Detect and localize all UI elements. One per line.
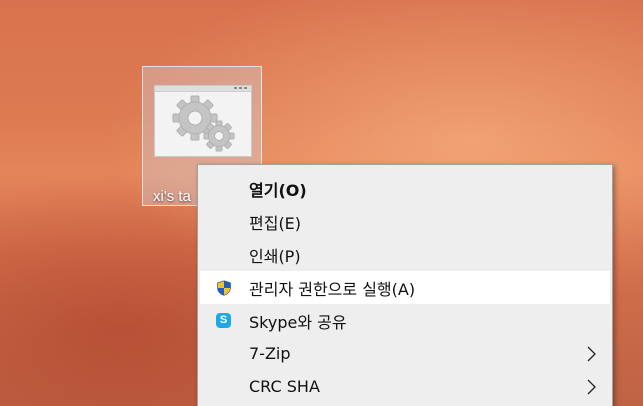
desktop[interactable]: xi's ta 열기(O) 편집(E) 인쇄(P) 관리자 권한으로 실행(A) <box>0 0 643 406</box>
menu-item-print[interactable]: 인쇄(P) <box>200 238 610 271</box>
skype-icon-letter: S <box>216 313 231 328</box>
menu-item-label: Skype와 공유 <box>249 312 347 332</box>
desktop-icon-label: xi's ta <box>153 188 191 205</box>
chevron-right-icon <box>584 379 598 395</box>
menu-item-label: 7-Zip <box>249 344 291 363</box>
menu-item-share-skype[interactable]: S Skype와 공유 <box>200 304 610 337</box>
skype-icon: S <box>216 313 232 329</box>
menu-item-label: 인쇄(P) <box>249 246 301 266</box>
context-menu: 열기(O) 편집(E) 인쇄(P) 관리자 권한으로 실행(A) S Skype… <box>197 164 613 406</box>
chevron-right-icon <box>584 346 598 362</box>
menu-item-7zip[interactable]: 7-Zip <box>200 337 610 370</box>
menu-item-label: 편집(E) <box>249 213 302 233</box>
gears-icon <box>172 95 235 152</box>
menu-item-crc-sha[interactable]: CRC SHA <box>200 370 610 403</box>
menu-item-open[interactable]: 열기(O) <box>200 172 610 205</box>
uac-shield-icon <box>216 280 232 296</box>
menu-item-label: 열기(O) <box>249 180 307 200</box>
icon-window-controls <box>234 87 248 89</box>
menu-item-edit[interactable]: 편집(E) <box>200 205 610 238</box>
gear-window-icon <box>154 85 252 157</box>
menu-item-label: CRC SHA <box>249 377 320 396</box>
menu-item-run-as-admin[interactable]: 관리자 권한으로 실행(A) <box>200 271 610 304</box>
menu-item-label: 관리자 권한으로 실행(A) <box>249 279 416 299</box>
